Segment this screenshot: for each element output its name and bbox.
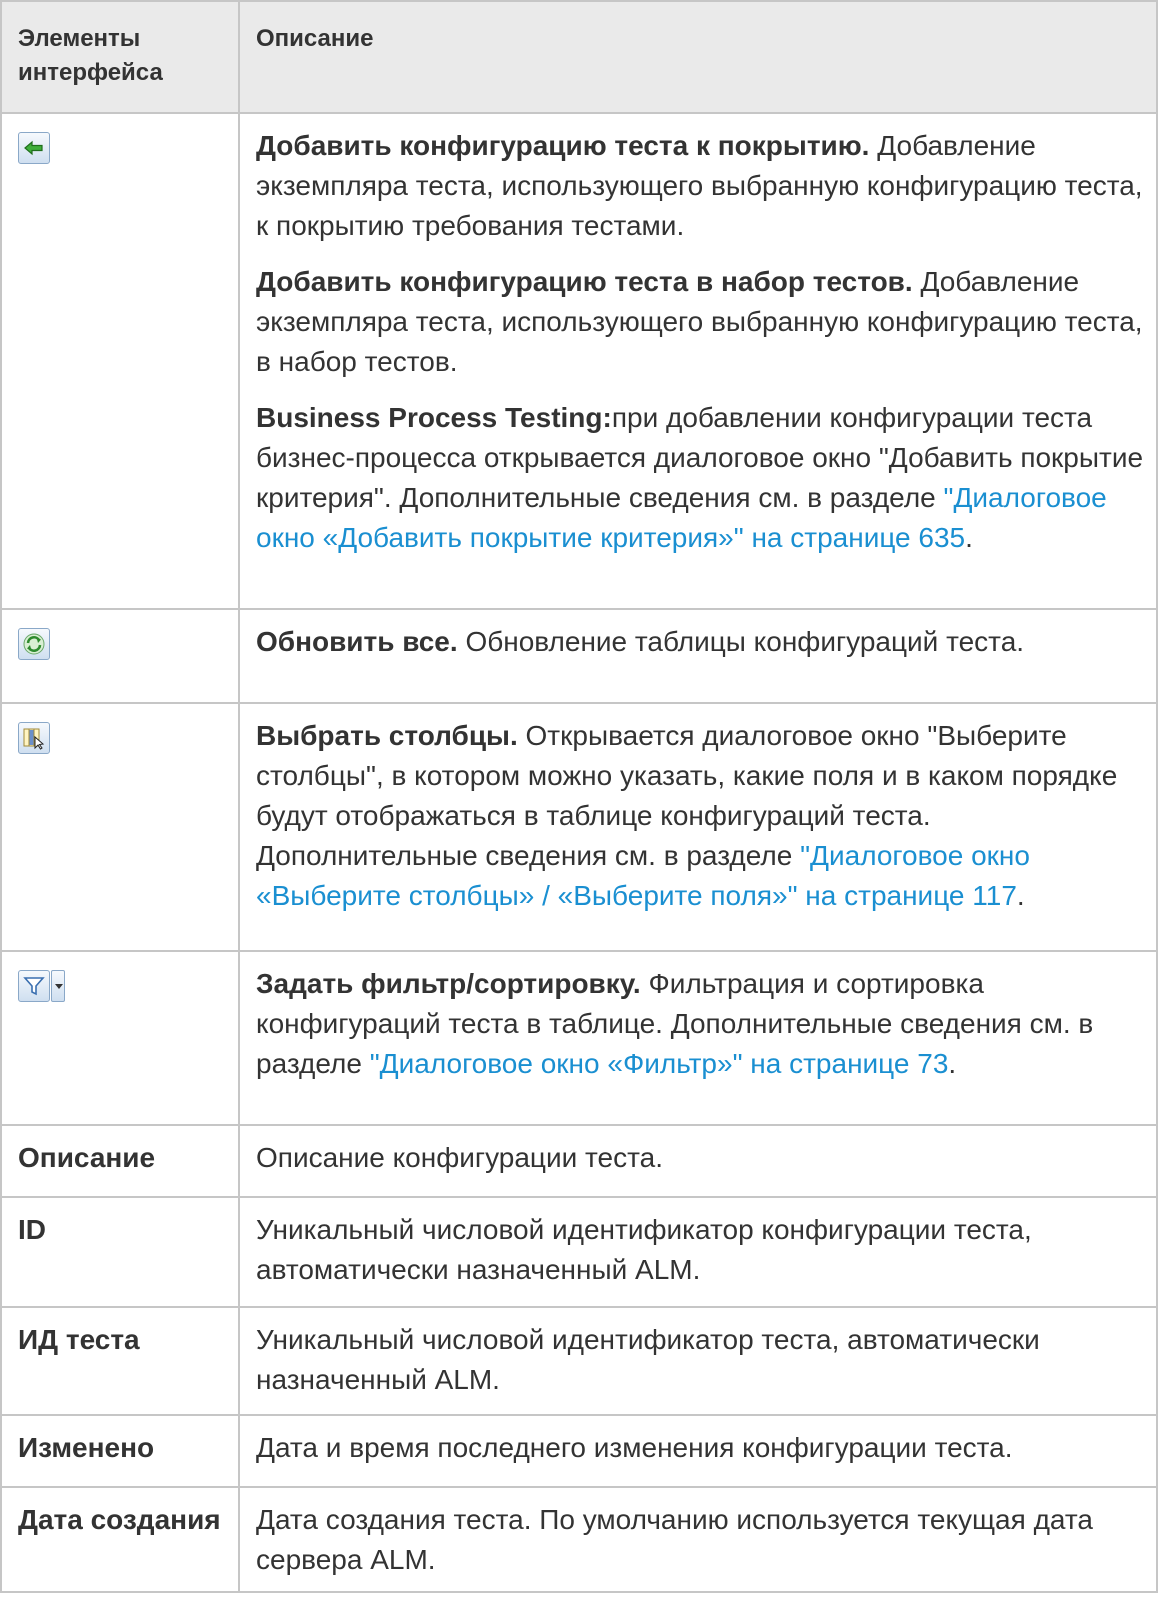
- description-cell: Выбрать столбцы. Открывается диалоговое …: [238, 702, 1158, 952]
- dropdown-arrow-icon[interactable]: [51, 970, 65, 1002]
- bpt-paragraph: Business Process Testing:при добавлении …: [256, 398, 1148, 558]
- table-row: Задать фильтр/сортировку. Фильтрация и с…: [0, 950, 1158, 1126]
- field-name: ИД теста: [0, 1306, 240, 1416]
- table-row: Выбрать столбцы. Открывается диалоговое …: [0, 702, 1158, 952]
- header-ui-elements: Элементы интерфейса: [0, 0, 240, 114]
- ui-element-cell: [0, 702, 240, 952]
- description-cell: Добавить конфигурацию теста к покрытию. …: [238, 112, 1158, 610]
- ui-elements-table: Элементы интерфейса Описание Добавить ко…: [0, 0, 1158, 1593]
- table-row: Обновить все. Обновление таблицы конфигу…: [0, 608, 1158, 704]
- table-row: ID Уникальный числовой идентификатор кон…: [0, 1196, 1158, 1308]
- table-row: Описание Описание конфигурации теста.: [0, 1124, 1158, 1198]
- field-description: Уникальный числовой идентификатор теста,…: [238, 1306, 1158, 1416]
- table-row: Дата создания Дата создания теста. По ум…: [0, 1486, 1158, 1593]
- field-name: Дата создания: [0, 1486, 240, 1593]
- term-select-columns: Выбрать столбцы.: [256, 720, 518, 751]
- select-columns-icon[interactable]: [18, 722, 50, 754]
- select-columns-paragraph: Выбрать столбцы. Открывается диалоговое …: [256, 716, 1148, 916]
- filter-paragraph: Задать фильтр/сортировку. Фильтрация и с…: [256, 964, 1148, 1084]
- field-description: Дата и время последнего изменения конфиг…: [238, 1414, 1158, 1488]
- ui-element-cell: [0, 608, 240, 704]
- term-add-to-test-set: Добавить конфигурацию теста в набор тест…: [256, 266, 913, 297]
- table-header-row: Элементы интерфейса Описание: [0, 0, 1158, 114]
- field-description: Описание конфигурации теста.: [238, 1124, 1158, 1198]
- field-name: Описание: [0, 1124, 240, 1198]
- term-bpt: Business Process Testing:: [256, 402, 612, 433]
- term-refresh-all: Обновить все.: [256, 626, 458, 657]
- ui-element-cell: [0, 950, 240, 1126]
- refresh-icon[interactable]: [18, 628, 50, 660]
- punctuation: .: [965, 522, 973, 553]
- field-description: Дата создания теста. По умолчанию исполь…: [238, 1486, 1158, 1593]
- link-filter-dialog[interactable]: "Диалоговое окно «Фильтр»" на странице 7…: [370, 1048, 949, 1079]
- field-description: Уникальный числовой идентификатор конфиг…: [238, 1196, 1158, 1308]
- ui-element-cell: [0, 112, 240, 610]
- punctuation: .: [1016, 880, 1025, 911]
- filter-button-group[interactable]: [18, 970, 65, 1002]
- punctuation: .: [948, 1048, 957, 1079]
- field-name: ID: [0, 1196, 240, 1308]
- field-name: Изменено: [0, 1414, 240, 1488]
- add-to-coverage-paragraph: Добавить конфигурацию теста к покрытию. …: [256, 126, 1148, 246]
- description-cell: Обновить все. Обновление таблицы конфигу…: [238, 608, 1158, 704]
- refresh-paragraph: Обновить все. Обновление таблицы конфигу…: [256, 622, 1148, 662]
- description-cell: Задать фильтр/сортировку. Фильтрация и с…: [238, 950, 1158, 1126]
- add-to-test-set-paragraph: Добавить конфигурацию теста в набор тест…: [256, 262, 1148, 382]
- description-text: Обновление таблицы конфигураций теста.: [457, 626, 1025, 657]
- table-row: Изменено Дата и время последнего изменен…: [0, 1414, 1158, 1488]
- filter-icon[interactable]: [18, 970, 50, 1002]
- table-row: Добавить конфигурацию теста к покрытию. …: [0, 112, 1158, 610]
- term-set-filter-sort: Задать фильтр/сортировку.: [256, 968, 641, 999]
- header-description: Описание: [238, 0, 1158, 114]
- term-add-to-coverage: Добавить конфигурацию теста к покрытию.: [256, 130, 870, 161]
- add-configuration-icon[interactable]: [18, 132, 50, 164]
- table-row: ИД теста Уникальный числовой идентификат…: [0, 1306, 1158, 1416]
